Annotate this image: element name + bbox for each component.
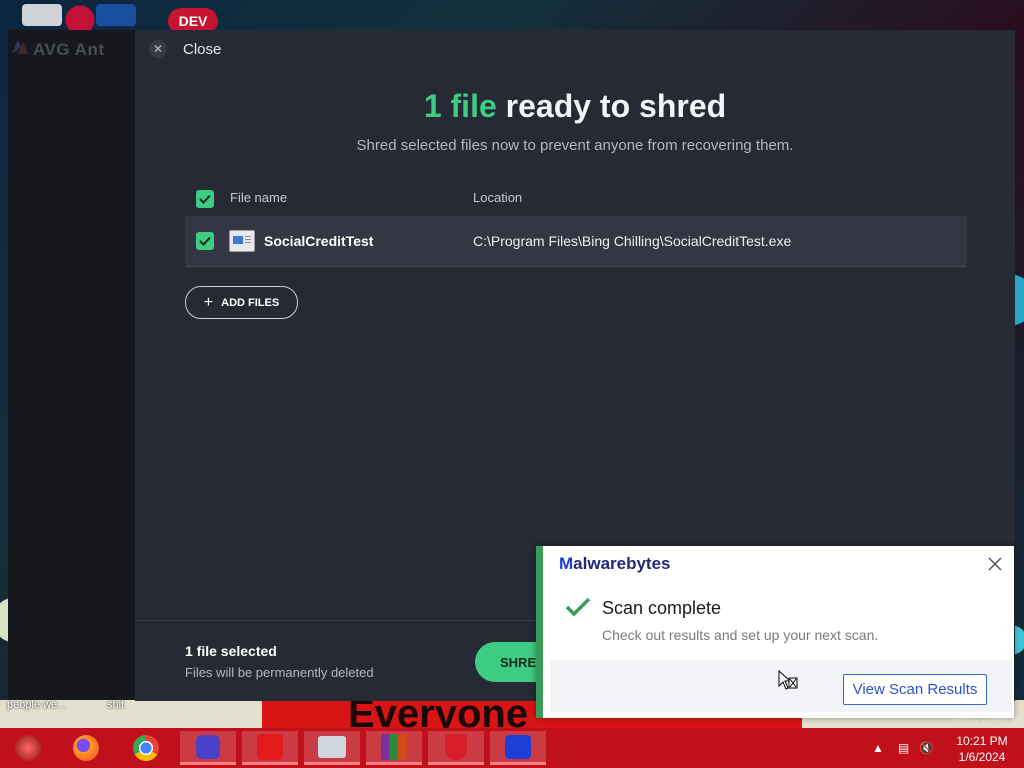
- malwarebytes-notification[interactable]: Malwarebytes Scan complete Check out res…: [536, 546, 1014, 718]
- taskbar-winrar[interactable]: [366, 731, 422, 765]
- file-location-cell: C:\Program Files\Bing Chilling\SocialCre…: [473, 233, 792, 249]
- table-row[interactable]: SocialCreditTest C:\Program Files\Bing C…: [185, 216, 967, 267]
- avg-app-title: AVG Ant: [33, 40, 105, 59]
- avira-icon[interactable]: [257, 733, 283, 760]
- clock-time: 10:21 PM: [956, 734, 1008, 748]
- taskbar-firefox[interactable]: [58, 731, 114, 765]
- notification-subtitle: Check out results and set up your next s…: [602, 627, 879, 643]
- malwarebytes-logo: Malwarebytes: [559, 554, 671, 573]
- malwarebytes-icon[interactable]: [505, 734, 531, 759]
- notification-title: Scan complete: [602, 598, 722, 618]
- row-checkbox[interactable]: [196, 232, 214, 250]
- network-icon[interactable]: ▤: [898, 741, 909, 755]
- firefox-icon[interactable]: [73, 735, 99, 761]
- volume-muted-icon[interactable]: 🔇: [919, 741, 934, 755]
- shield-icon[interactable]: [445, 733, 467, 760]
- recycle-bin-icon[interactable]: [22, 4, 62, 26]
- select-all-checkbox[interactable]: [196, 190, 214, 208]
- taskbar-chrome[interactable]: [118, 731, 174, 765]
- avg-logo-icon: [12, 40, 28, 54]
- winrar-icon[interactable]: [381, 733, 407, 760]
- taskbar-system-monitor[interactable]: [304, 731, 360, 765]
- title-file-count: 1 file: [423, 88, 497, 124]
- view-scan-results-button[interactable]: View Scan Results: [843, 674, 987, 705]
- desktop-icon-label-people[interactable]: people we...: [7, 699, 66, 711]
- taskbar-avira[interactable]: [242, 731, 298, 765]
- column-header-location[interactable]: Location: [473, 190, 522, 205]
- notification-close-icon[interactable]: [983, 552, 1007, 576]
- system-tray: ▲ ▤ 🔇: [872, 728, 934, 768]
- selected-count: 1 file selected: [185, 643, 277, 659]
- file-name-cell: SocialCreditTest: [264, 233, 374, 249]
- taskbar: ▲ ▤ 🔇 10:21 PM 1/6/2024: [0, 728, 1024, 768]
- page-subtitle: Shred selected files now to prevent anyo…: [356, 137, 794, 154]
- close-label[interactable]: Close: [183, 41, 221, 58]
- taskbar-shield[interactable]: [428, 731, 484, 765]
- chrome-icon[interactable]: [133, 735, 159, 761]
- page-title: 1 file ready to shred: [135, 88, 1015, 125]
- table-header: File name Location: [185, 185, 967, 215]
- malwarebytes-desktop-icon[interactable]: [96, 4, 136, 26]
- desktop-icon-label-shit[interactable]: shit: [107, 699, 124, 711]
- column-header-file-name[interactable]: File name: [230, 190, 287, 205]
- add-files-label: ADD FILES: [221, 296, 280, 309]
- executable-file-icon: [229, 230, 255, 252]
- clock-date: 1/6/2024: [958, 750, 1006, 764]
- avg-sidebar: AVG Ant: [8, 30, 135, 700]
- close-button[interactable]: ✕ Close: [149, 40, 221, 58]
- start-orb-icon[interactable]: [15, 735, 41, 761]
- taskbar-settings[interactable]: [180, 731, 236, 765]
- system-monitor-icon[interactable]: [318, 735, 346, 758]
- taskbar-malwarebytes[interactable]: [490, 731, 546, 765]
- show-hidden-icons-icon[interactable]: ▲: [872, 741, 884, 755]
- success-check-icon: [565, 597, 591, 617]
- close-icon[interactable]: ✕: [149, 40, 167, 58]
- title-rest: ready to shred: [496, 88, 727, 124]
- checkmark-icon: [199, 236, 211, 246]
- plus-icon: +: [203, 293, 214, 311]
- checkmark-icon: [199, 194, 211, 204]
- start-button[interactable]: [0, 731, 56, 765]
- settings-icon[interactable]: [196, 734, 220, 759]
- add-files-button[interactable]: + ADD FILES: [185, 286, 298, 319]
- delete-note: Files will be permanently deleted: [185, 665, 374, 680]
- clock[interactable]: 10:21 PM 1/6/2024: [950, 733, 1014, 765]
- busy-cursor-icon: [778, 670, 798, 690]
